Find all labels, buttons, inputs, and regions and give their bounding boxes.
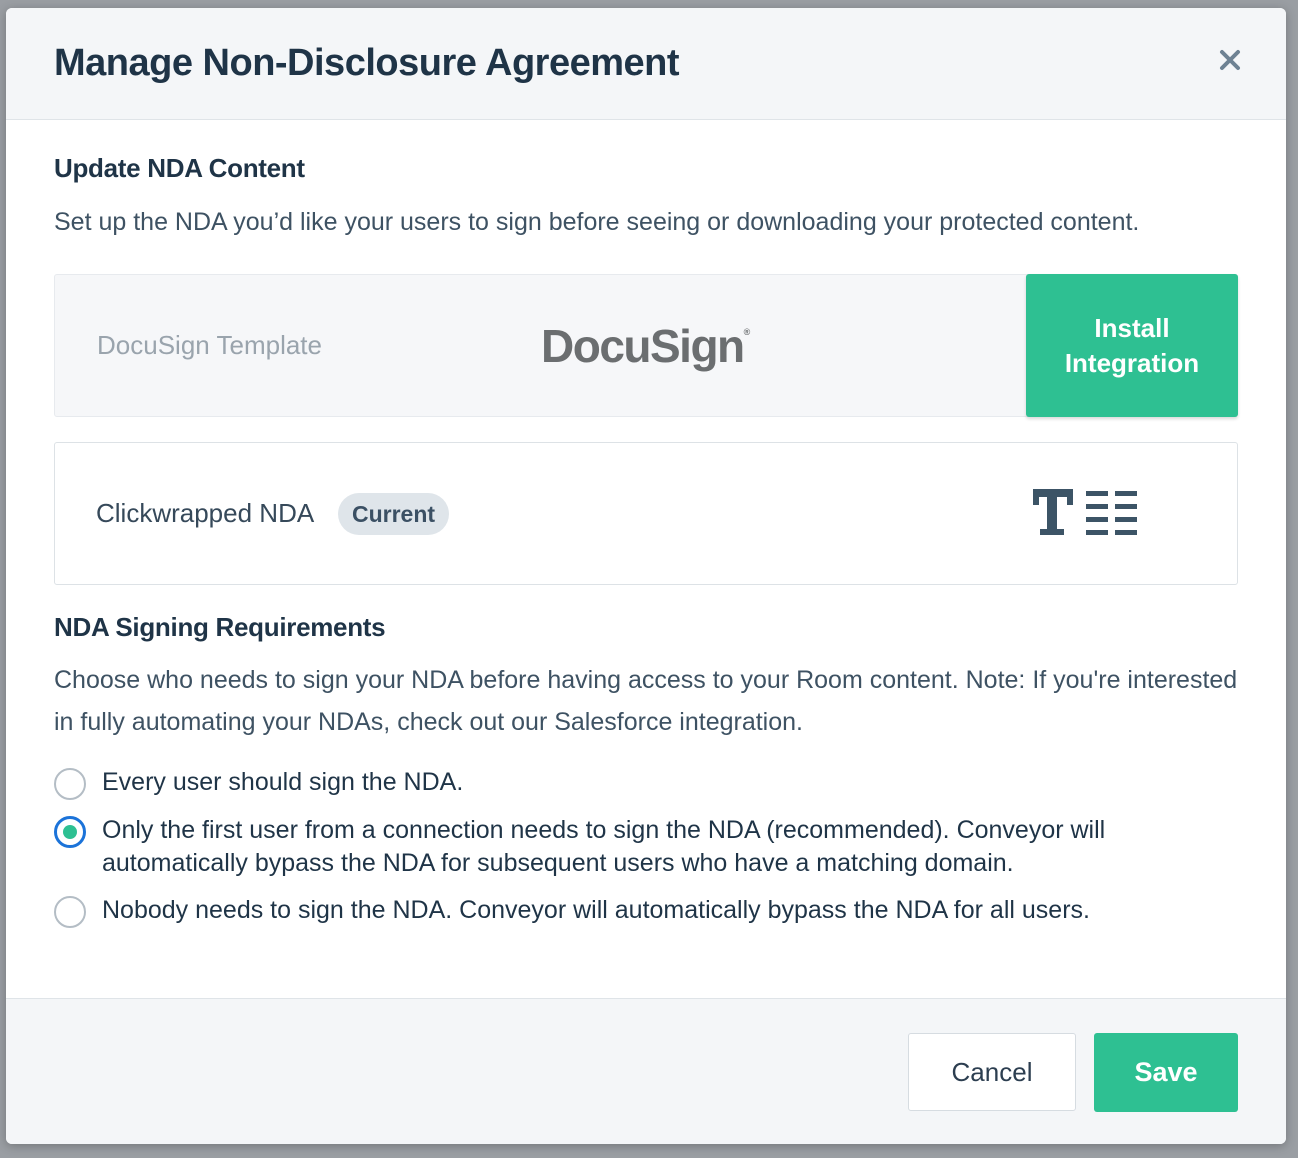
radio-button[interactable] [54, 896, 86, 928]
clickwrapped-nda-card[interactable]: Clickwrapped NDA Current [54, 442, 1238, 585]
docusign-template-label: DocuSign Template [97, 330, 322, 360]
cancel-button[interactable]: Cancel [908, 1033, 1076, 1111]
radio-label: Only the first user from a connection ne… [102, 816, 1106, 877]
signing-requirements-heading: NDA Signing Requirements [54, 612, 386, 642]
nda-content-description: Set up the NDA you’d like your users to … [54, 208, 1140, 236]
docusign-template-card: DocuSign Template DocuSign® Install Inte… [54, 274, 1238, 417]
radio-label: Every user should sign the NDA. [102, 768, 464, 796]
nda-modal: Manage Non-Disclosure Agreement Update N… [6, 8, 1286, 1144]
signing-requirements-description: Choose who needs to sign your NDA before… [54, 666, 1238, 736]
current-badge: Current [338, 493, 450, 535]
text-document-icon [1033, 489, 1137, 535]
install-integration-button[interactable]: Install Integration [1026, 274, 1238, 417]
modal-footer: Cancel Save [6, 998, 1286, 1144]
nda-content-heading: Update NDA Content [54, 153, 305, 183]
docusign-logo: DocuSign® [541, 319, 750, 373]
radio-button-selected[interactable] [54, 816, 86, 848]
modal-header: Manage Non-Disclosure Agreement [6, 8, 1286, 120]
docusign-logo-mark: ® [743, 327, 751, 337]
close-button[interactable] [1214, 44, 1246, 76]
clickwrapped-nda-label: Clickwrapped NDA [96, 498, 315, 528]
close-icon [1220, 50, 1240, 70]
radio-button[interactable] [54, 768, 86, 800]
save-button[interactable]: Save [1094, 1033, 1238, 1112]
docusign-logo-text: DocuSign [541, 320, 745, 372]
radio-label: Nobody needs to sign the NDA. Conveyor w… [102, 896, 1090, 924]
modal-title: Manage Non-Disclosure Agreement [54, 42, 680, 84]
